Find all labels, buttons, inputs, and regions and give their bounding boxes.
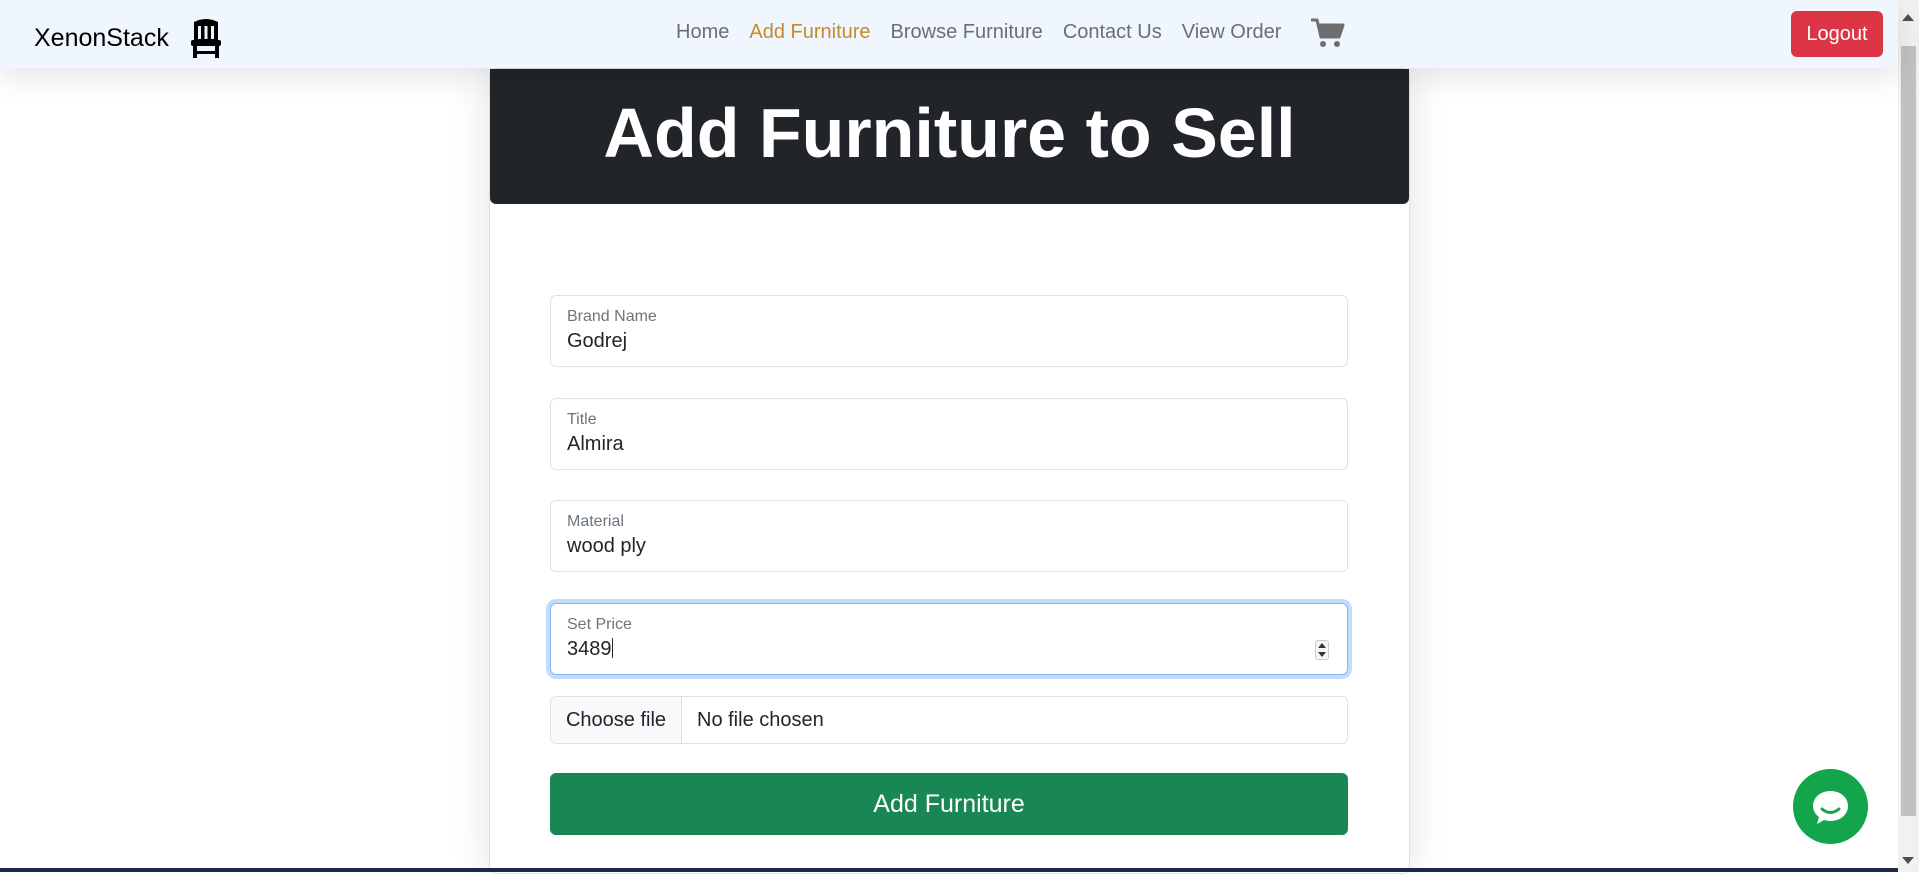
scroll-down-arrow[interactable] xyxy=(1902,857,1914,864)
material-label: Material xyxy=(567,513,624,530)
nav-browse-furniture[interactable]: Browse Furniture xyxy=(891,21,1043,44)
logout-button[interactable]: Logout xyxy=(1791,11,1883,57)
chat-button[interactable] xyxy=(1793,769,1868,844)
nav-contact-us[interactable]: Contact Us xyxy=(1063,21,1162,44)
choose-file-button[interactable]: Choose file xyxy=(551,697,682,743)
file-input[interactable]: Choose file No file chosen xyxy=(550,696,1348,744)
top-navbar: XenonStack Home Add Furniture Browse Fur… xyxy=(0,0,1898,68)
number-spinner[interactable] xyxy=(1315,640,1329,660)
title-label: Title xyxy=(567,411,597,428)
nav-view-order[interactable]: View Order xyxy=(1182,21,1282,44)
nav-home[interactable]: Home xyxy=(676,21,729,44)
brand-name: XenonStack xyxy=(34,23,169,52)
price-value-wrap: 3489 xyxy=(567,638,613,661)
scroll-up-arrow[interactable] xyxy=(1902,14,1914,21)
title-field[interactable]: Title Almira xyxy=(550,398,1348,470)
price-label: Set Price xyxy=(567,616,632,633)
card-header: Add Furniture to Sell xyxy=(490,69,1409,204)
material-value: wood ply xyxy=(567,535,646,557)
page-title: Add Furniture to Sell xyxy=(603,94,1296,172)
title-value: Almira xyxy=(567,433,624,455)
price-field[interactable]: Set Price 3489 xyxy=(550,603,1348,675)
file-status: No file chosen xyxy=(697,709,824,731)
text-caret xyxy=(611,638,613,658)
add-furniture-card: Add Furniture to Sell Brand Name Godrej … xyxy=(489,68,1410,874)
bottom-edge xyxy=(0,868,1898,872)
vertical-scrollbar[interactable] xyxy=(1898,0,1919,872)
price-value: 3489 xyxy=(567,638,612,660)
chat-bubble-icon xyxy=(1813,791,1848,824)
nav-add-furniture[interactable]: Add Furniture xyxy=(749,21,870,44)
cart-icon[interactable] xyxy=(1311,17,1345,49)
scroll-thumb[interactable] xyxy=(1901,46,1916,816)
brand-name-field[interactable]: Brand Name Godrej xyxy=(550,295,1348,367)
brand-name-value: Godrej xyxy=(567,330,628,352)
material-field[interactable]: Material wood ply xyxy=(550,500,1348,572)
brand[interactable]: XenonStack xyxy=(34,18,223,58)
main-nav: Home Add Furniture Browse Furniture Cont… xyxy=(676,21,1301,44)
chair-icon xyxy=(190,19,221,58)
add-furniture-button[interactable]: Add Furniture xyxy=(550,773,1348,835)
brand-name-label: Brand Name xyxy=(567,308,657,325)
